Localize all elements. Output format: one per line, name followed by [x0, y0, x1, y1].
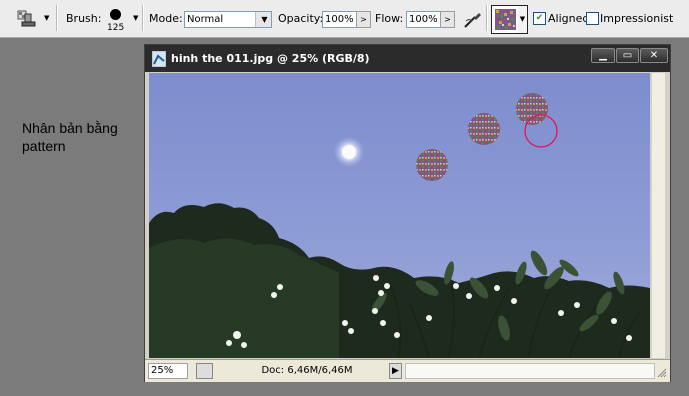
chevron-down-icon[interactable]: ▼ — [255, 12, 271, 27]
minimize-icon: ▁ — [599, 50, 607, 61]
separator — [142, 5, 144, 31]
status-bar: 25% Doc: 6,46M/6,46M ▶ — [145, 359, 670, 382]
image-canvas[interactable] — [149, 73, 650, 358]
brush-picker-dropdown-icon[interactable]: ▼ — [133, 14, 138, 22]
photoshop-document-icon — [152, 51, 166, 67]
maximize-icon: ▭ — [622, 50, 633, 61]
impressionist-checkbox[interactable] — [586, 12, 599, 25]
horizontal-scrollbar[interactable] — [405, 363, 655, 379]
pattern-stamp-blot — [416, 149, 448, 181]
flow-label: Flow: — [375, 12, 404, 25]
options-bar: ▼ Brush: 125 ▼ Mode: Normal ▼ Opacity: 1… — [0, 0, 689, 38]
pattern-stamp-icon[interactable] — [16, 9, 38, 29]
pattern-stamp-blot — [468, 113, 500, 145]
pattern-stamp-blot — [516, 93, 548, 125]
document-title: hinh the 011.jpg @ 25% (RGB/8) — [171, 52, 370, 65]
zoom-field[interactable]: 25% — [148, 363, 188, 379]
resize-grip-icon[interactable] — [657, 368, 667, 378]
maximize-button[interactable]: ▭ — [616, 48, 639, 63]
airbrush-icon[interactable] — [462, 8, 484, 30]
impressionist-label: Impressionist — [600, 12, 674, 25]
mode-value: Normal — [187, 14, 224, 25]
caption-line-2: pattern — [22, 138, 66, 154]
brush-preview-icon[interactable] — [110, 9, 121, 20]
aligned-checkbox[interactable]: ✔ — [533, 12, 546, 25]
document-size-info: Doc: 6,46M/6,46M — [261, 365, 353, 376]
flow-field[interactable]: 100% — [406, 11, 441, 28]
status-menu-arrow-icon[interactable]: ▶ — [389, 363, 402, 379]
opacity-slider-button[interactable]: > — [356, 11, 371, 28]
mode-select[interactable]: Normal ▼ — [184, 11, 272, 28]
pattern-thumbnail-icon — [495, 9, 516, 30]
close-icon: ✕ — [649, 50, 659, 61]
tool-preset-dropdown-icon[interactable]: ▼ — [44, 14, 49, 22]
side-caption: Nhân bản bằng pattern — [22, 119, 142, 155]
opacity-label: Opacity: — [278, 12, 324, 25]
close-button[interactable]: ✕ — [640, 48, 668, 63]
opacity-field[interactable]: 100% — [322, 11, 357, 28]
pattern-dropdown-icon[interactable]: ▼ — [518, 5, 528, 34]
separator — [56, 5, 58, 31]
flow-slider-button[interactable]: > — [440, 11, 455, 28]
brush-size: 125 — [107, 23, 125, 33]
status-options-button[interactable] — [196, 363, 213, 379]
vertical-scrollbar[interactable] — [652, 73, 665, 358]
caption-line-1: Nhân bản bằng — [22, 120, 118, 136]
brush-label: Brush: — [66, 12, 102, 25]
separator — [486, 5, 488, 31]
document-titlebar[interactable]: hinh the 011.jpg @ 25% (RGB/8) ▁ ▭ ✕ — [145, 45, 670, 72]
pattern-picker[interactable] — [491, 5, 520, 34]
minimize-button[interactable]: ▁ — [591, 48, 615, 63]
aligned-label: Aligned — [548, 12, 590, 25]
document-window: hinh the 011.jpg @ 25% (RGB/8) ▁ ▭ ✕ 25%… — [144, 44, 671, 382]
mode-label: Mode: — [149, 12, 183, 25]
